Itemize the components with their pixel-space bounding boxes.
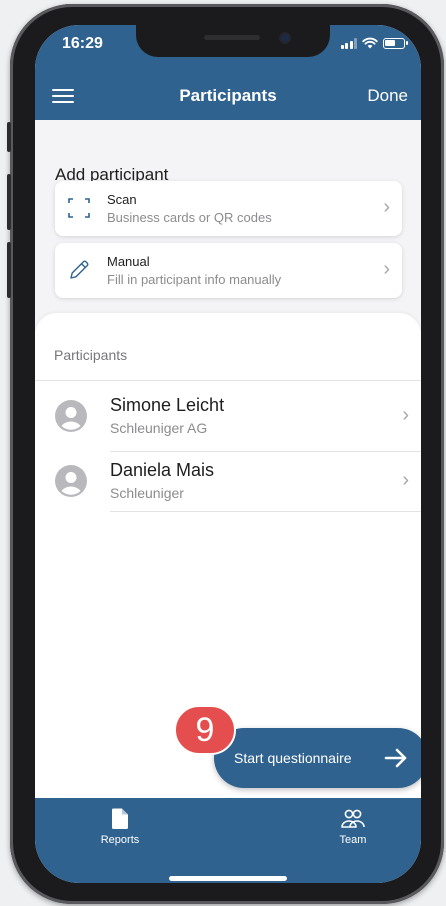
participant-row[interactable]: Simone Leicht Schleuniger AG › xyxy=(35,387,421,445)
manual-option-title: Manual xyxy=(107,254,150,269)
chevron-right-icon: › xyxy=(402,404,409,426)
tab-team[interactable]: Team xyxy=(293,798,413,858)
scan-option-subtitle: Business cards or QR codes xyxy=(107,210,272,225)
home-indicator xyxy=(169,876,287,881)
participant-name: Daniela Mais xyxy=(110,460,215,480)
participants-section-label: Participants xyxy=(54,347,128,363)
mute-switch xyxy=(7,122,11,152)
status-icons xyxy=(340,37,408,49)
pencil-icon xyxy=(70,260,89,279)
volume-up-button xyxy=(7,174,11,230)
battery-icon xyxy=(383,37,408,49)
scan-option[interactable]: Scan Business cards or QR codes › xyxy=(55,181,402,236)
page-title: Participants xyxy=(179,86,277,105)
tab-team-label: Team xyxy=(339,834,367,846)
volume-down-button xyxy=(7,242,11,298)
chevron-right-icon: › xyxy=(383,258,390,280)
tab-reports[interactable]: Reports xyxy=(60,798,180,858)
avatar-icon xyxy=(55,465,87,497)
divider xyxy=(110,511,421,512)
chevron-right-icon: › xyxy=(383,196,390,218)
participant-company: Schleuniger AG xyxy=(110,420,208,436)
manual-option-subtitle: Fill in participant info manually xyxy=(107,272,282,287)
participant-row[interactable]: Daniela Mais Schleuniger › xyxy=(35,452,421,510)
done-button[interactable]: Done xyxy=(367,86,408,106)
manual-option[interactable]: Manual Fill in participant info manually… xyxy=(55,243,402,298)
tab-reports-label: Reports xyxy=(100,834,140,846)
start-questionnaire-label: Start questionnaire xyxy=(234,750,352,766)
battery-level xyxy=(385,39,395,46)
participant-company: Schleuniger xyxy=(110,485,184,501)
wifi-icon xyxy=(362,37,378,49)
start-questionnaire-button[interactable]: Start questionnaire xyxy=(214,728,421,788)
divider xyxy=(35,380,421,381)
status-time: 16:29 xyxy=(62,35,103,52)
step-number-badge: 9 xyxy=(174,705,236,755)
speaker-grill xyxy=(204,35,260,40)
team-icon xyxy=(341,809,365,828)
signal-icon xyxy=(340,37,357,49)
participant-name: Simone Leicht xyxy=(110,395,225,415)
notch xyxy=(136,25,330,57)
scan-option-title: Scan xyxy=(107,192,137,207)
app-screen: 16:29 Participants Done Add participant … xyxy=(35,25,421,883)
scan-frame-icon xyxy=(68,198,90,218)
arrow-right-icon xyxy=(384,748,407,768)
front-camera xyxy=(281,34,289,42)
avatar-icon xyxy=(55,400,87,432)
tab-bar: Reports Team xyxy=(35,798,421,883)
chevron-right-icon: › xyxy=(402,469,409,491)
document-icon xyxy=(112,808,128,829)
